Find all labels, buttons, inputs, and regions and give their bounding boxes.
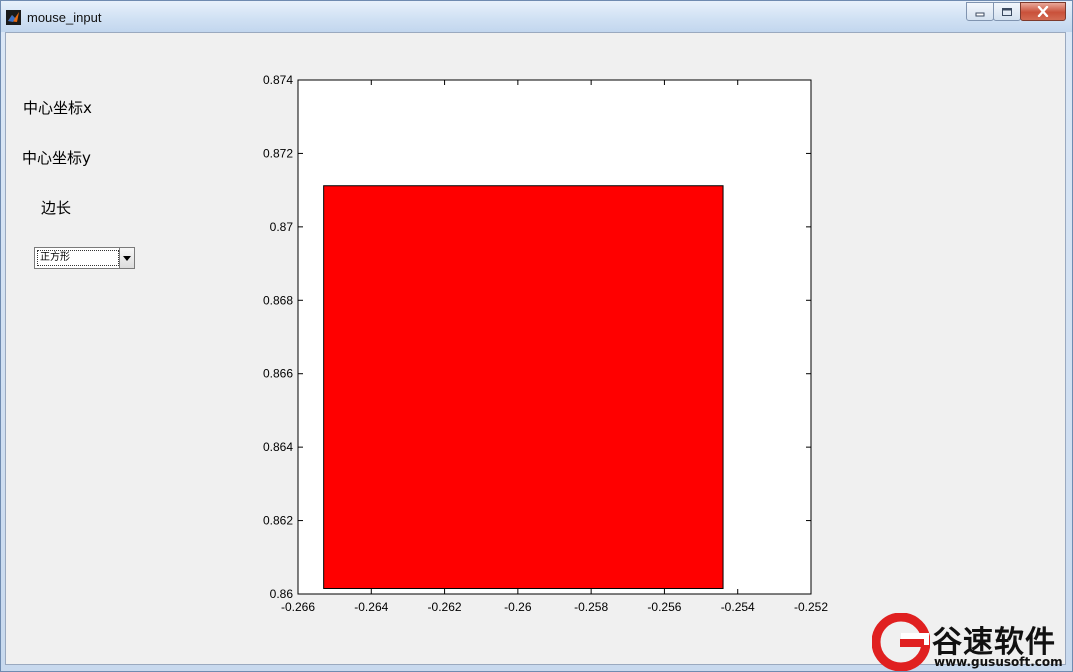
minimize-button[interactable] [966, 2, 994, 21]
title-bar[interactable]: mouse_input [1, 1, 1072, 32]
maximize-button[interactable] [993, 2, 1021, 21]
gususoft-logo-icon [872, 613, 930, 671]
plot-axes[interactable]: -0.266 -0.264 -0.262 -0.26 -0.258 -0.256 -0.25… [6, 33, 1065, 664]
matlab-icon [6, 10, 21, 25]
window-controls [966, 2, 1066, 23]
minimize-icon [975, 12, 985, 16]
y-tick-label: 0.862 [263, 514, 293, 528]
y-tick-label: 0.868 [263, 293, 293, 307]
close-button[interactable] [1020, 2, 1066, 21]
y-tick-label: 0.866 [263, 367, 293, 381]
window-title: mouse_input [27, 10, 102, 25]
x-tick-label: -0.262 [428, 600, 462, 614]
x-tick-label: -0.256 [647, 600, 681, 614]
x-tick-label: -0.252 [794, 600, 828, 614]
figure-canvas: 中心坐标x 中心坐标y 边长 正方形 -0.266 -0.264 -0.262 -0.… [5, 32, 1066, 665]
y-tick-label: 0.864 [263, 440, 293, 454]
y-tick-label: 0.874 [263, 73, 293, 87]
y-tick-label: 0.86 [270, 587, 294, 601]
maximize-icon [1002, 7, 1012, 16]
x-tick-label: -0.264 [354, 600, 388, 614]
close-icon [1037, 6, 1049, 17]
square-patch [323, 185, 724, 589]
x-tick-label: -0.258 [574, 600, 608, 614]
x-tick-label: -0.254 [721, 600, 755, 614]
figure-window: mouse_input 中心坐标x 中心坐标y 边长 正方形 -0.266 -0… [0, 0, 1073, 672]
watermark-url: www.gususoft.com [934, 655, 1063, 669]
x-tick-label: -0.26 [504, 600, 532, 614]
y-tick-label: 0.87 [270, 220, 294, 234]
watermark: 谷速软件 www.gususoft.com [872, 613, 1072, 671]
y-tick-label: 0.872 [263, 146, 293, 160]
x-tick-label: -0.266 [281, 600, 315, 614]
